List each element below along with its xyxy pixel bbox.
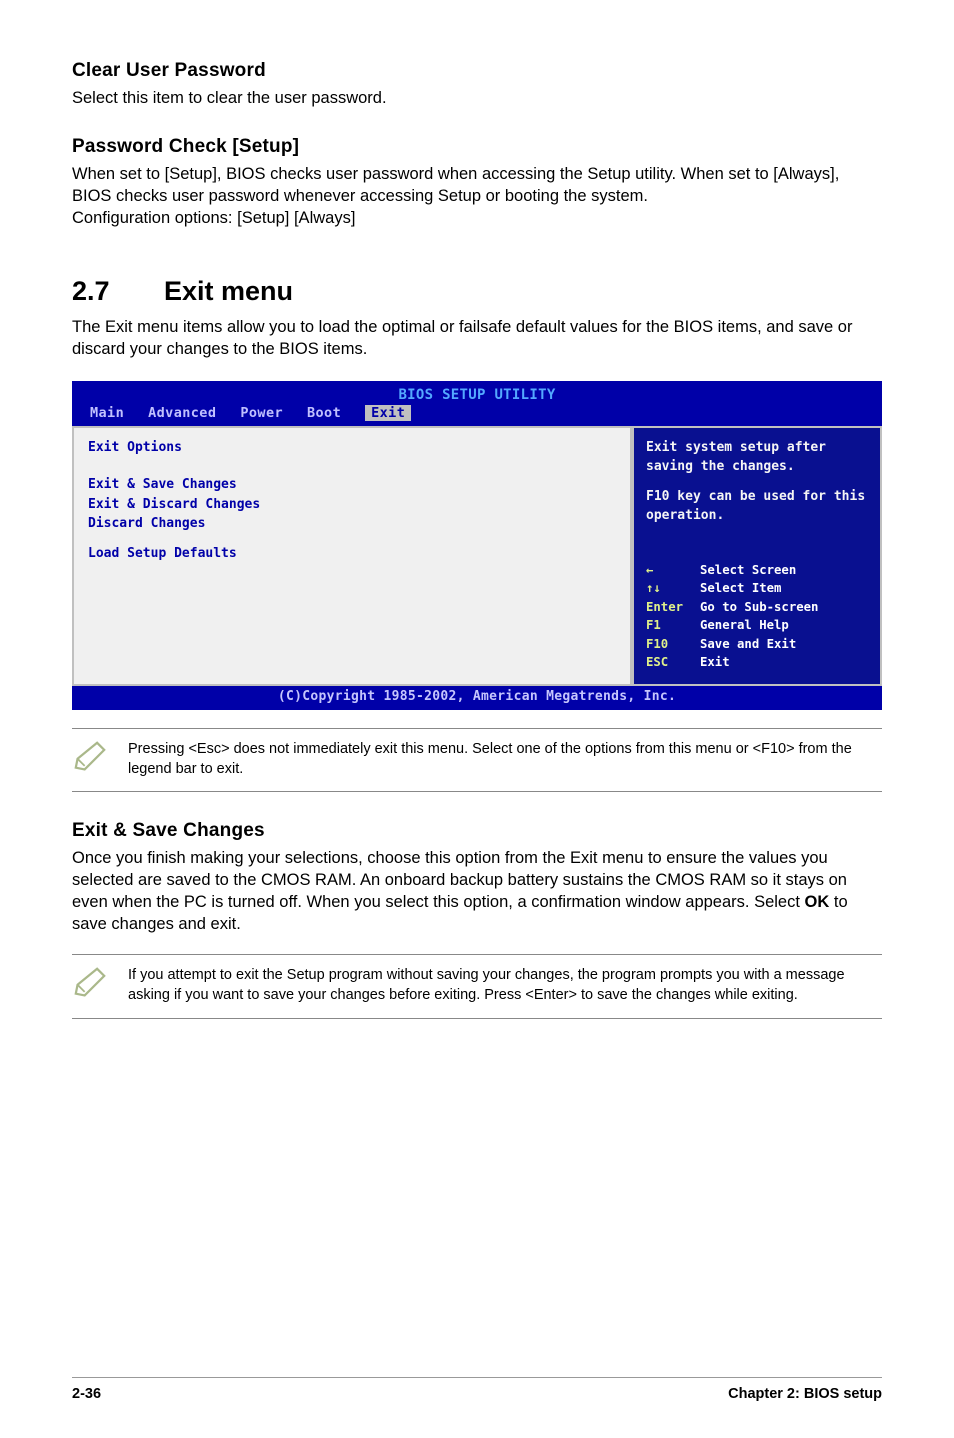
- note-exit-without-save-text: If you attempt to exit the Setup program…: [128, 965, 882, 1006]
- bios-tab-boot: Boot: [307, 405, 341, 421]
- exit-save-heading: Exit & Save Changes: [72, 820, 882, 842]
- chapter-number: 2.7: [72, 276, 164, 307]
- clear-password-heading: Clear User Password: [72, 60, 882, 82]
- page-number: 2-36: [72, 1386, 101, 1402]
- pencil-icon: [72, 965, 128, 1006]
- bios-tab-advanced: Advanced: [148, 405, 216, 421]
- chapter-heading: 2.7Exit menu: [72, 276, 882, 307]
- bios-tabbar: Main Advanced Power Boot Exit: [72, 403, 882, 425]
- chapter-label: Chapter 2: BIOS setup: [728, 1386, 882, 1402]
- bios-key-arrow-left-icon: ←: [646, 561, 700, 579]
- password-check-heading: Password Check [Setup]: [72, 136, 882, 158]
- bios-key-legend: ←Select Screen ↑↓Select Item EnterGo to …: [646, 561, 868, 672]
- bios-opt-save: Exit & Save Changes: [88, 475, 616, 495]
- bios-options-title: Exit Options: [88, 438, 616, 458]
- bios-tab-power: Power: [240, 405, 283, 421]
- chapter-intro: The Exit menu items allow you to load th…: [72, 317, 882, 361]
- password-check-text: When set to [Setup], BIOS checks user pa…: [72, 164, 882, 230]
- bios-opt-discard-exit: Exit & Discard Changes: [88, 495, 616, 515]
- bios-key-arrows-icon: ↑↓: [646, 579, 700, 597]
- bios-opt-load-defaults: Load Setup Defaults: [88, 544, 616, 564]
- bios-tab-exit: Exit: [365, 405, 411, 421]
- bios-key-f1: F1: [646, 616, 700, 634]
- note-exit-without-save: If you attempt to exit the Setup program…: [72, 954, 882, 1019]
- exit-save-text: Once you finish making your selections, …: [72, 848, 882, 936]
- bios-screenshot: BIOS SETUP UTILITY Main Advanced Power B…: [72, 381, 882, 710]
- bios-key-select-item: Select Item: [700, 579, 781, 597]
- bios-key-esc: ESC: [646, 653, 700, 671]
- bios-key-exit: Exit: [700, 653, 730, 671]
- exit-save-text-1: Once you finish making your selections, …: [72, 849, 847, 911]
- page-footer: 2-36 Chapter 2: BIOS setup: [72, 1377, 882, 1402]
- bios-right-panel: Exit system setup after saving the chang…: [632, 426, 882, 686]
- bios-help-2: F10 key can be used for this operation.: [646, 487, 868, 526]
- note-esc-text: Pressing <Esc> does not immediately exit…: [128, 739, 882, 780]
- bios-key-save-exit: Save and Exit: [700, 635, 796, 653]
- bios-copyright: (C)Copyright 1985-2002, American Megatre…: [72, 686, 882, 710]
- bios-key-enter: Enter: [646, 598, 700, 616]
- bios-key-select-screen: Select Screen: [700, 561, 796, 579]
- bios-title: BIOS SETUP UTILITY: [72, 381, 882, 403]
- bios-key-f10: F10: [646, 635, 700, 653]
- bios-tab-main: Main: [90, 405, 124, 421]
- bios-left-panel: Exit Options Exit & Save Changes Exit & …: [72, 426, 632, 686]
- exit-save-ok: OK: [805, 893, 830, 911]
- bios-opt-discard: Discard Changes: [88, 514, 616, 534]
- chapter-title: Exit menu: [164, 276, 293, 306]
- clear-password-text: Select this item to clear the user passw…: [72, 88, 882, 110]
- bios-help-1: Exit system setup after saving the chang…: [646, 438, 868, 477]
- bios-key-sub-screen: Go to Sub-screen: [700, 598, 818, 616]
- pencil-icon: [72, 739, 128, 780]
- note-esc: Pressing <Esc> does not immediately exit…: [72, 728, 882, 793]
- bios-key-general-help: General Help: [700, 616, 789, 634]
